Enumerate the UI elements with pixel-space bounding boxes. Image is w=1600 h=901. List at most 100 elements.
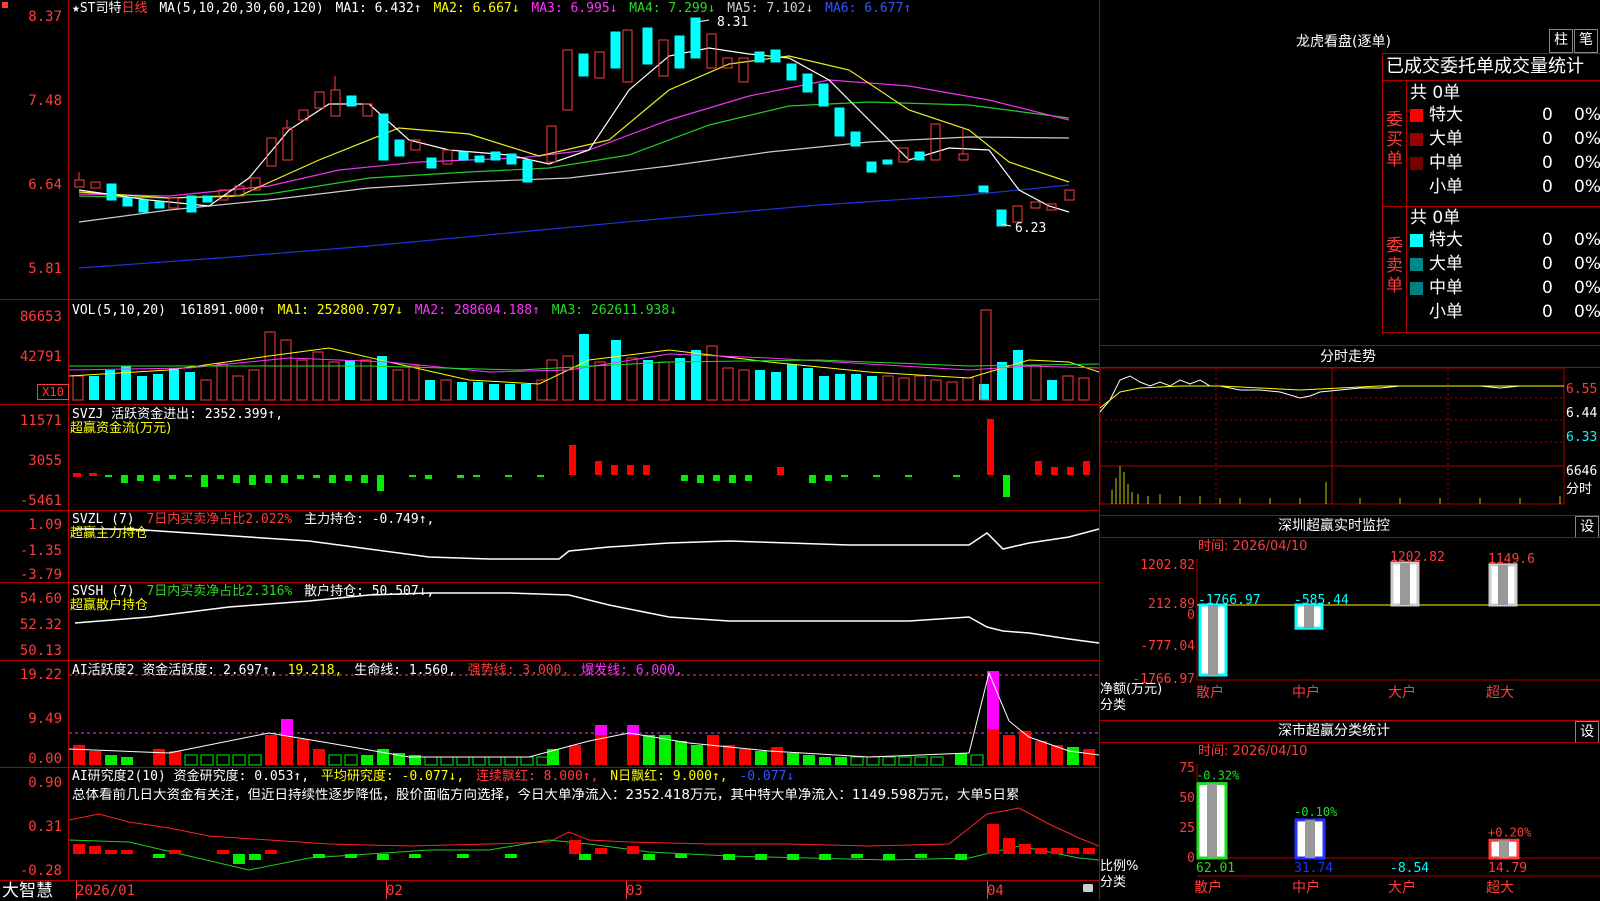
sz-monitor-chart[interactable]: -1766.97 散户 -585.44 中户 1202.82 大户 1149.6 超大 120… bbox=[1100, 515, 1600, 720]
svsh-chart[interactable] bbox=[69, 583, 1099, 660]
monitor-bar-value: -585.44 bbox=[1294, 593, 1349, 608]
classify-axis-label: 50 bbox=[1179, 791, 1195, 806]
classify-bar-core bbox=[1499, 840, 1509, 858]
row-pct: 0% bbox=[1574, 278, 1600, 298]
big-sell-swatch bbox=[1410, 257, 1423, 271]
intraday-panel[interactable]: 分时走势 6.55 6.44 6.33 6646 分时 bbox=[1100, 345, 1600, 515]
row-pct: 0% bbox=[1574, 254, 1600, 274]
high-marker: 8.31 bbox=[717, 15, 748, 30]
intraday-volume bbox=[1111, 466, 1561, 504]
row-qty: 0 bbox=[1542, 177, 1553, 197]
svzl-chart[interactable] bbox=[69, 511, 1099, 582]
monitor-bar-value: 1149.6 bbox=[1488, 552, 1535, 567]
row-name: 小单 bbox=[1429, 177, 1463, 197]
svsh-axis-label: 52.32 bbox=[19, 617, 62, 633]
svzl-line bbox=[75, 528, 1099, 560]
small-buy-swatch bbox=[1410, 181, 1423, 194]
candlestick-chart[interactable]: 8.31 6.23 bbox=[69, 0, 1099, 298]
classify-bar-value: 62.01 bbox=[1196, 861, 1235, 876]
ai2-axis-label: 0.90 bbox=[28, 775, 62, 791]
mid-sell-swatch bbox=[1410, 281, 1423, 295]
classify-bar-core bbox=[1305, 819, 1315, 858]
classify-bar-value: -8.54 bbox=[1390, 861, 1429, 876]
intraday-title: 分时走势 bbox=[1320, 349, 1376, 365]
row-pct: 0% bbox=[1574, 302, 1600, 322]
panel-sep bbox=[0, 880, 1100, 881]
ai2-legend-c: 连续飘红: 8.000↑, bbox=[476, 769, 599, 784]
row-pct: 0% bbox=[1574, 129, 1600, 149]
special-big-sell-swatch bbox=[1410, 233, 1423, 247]
time-label: 02 bbox=[386, 883, 403, 899]
buy-row-mid: 中单 0 0% bbox=[1410, 152, 1600, 174]
time-label: 04 bbox=[987, 883, 1004, 899]
sell-row-big: 大单 0 0% bbox=[1410, 253, 1600, 275]
row-name: 小单 bbox=[1429, 302, 1463, 322]
classify-xlabel: 分类 bbox=[1100, 875, 1126, 890]
svzj-bars bbox=[73, 419, 1090, 497]
row-qty: 0 bbox=[1542, 278, 1553, 298]
special-big-buy-swatch bbox=[1410, 108, 1423, 122]
ma1-line bbox=[78, 47, 1070, 213]
volume-chart[interactable] bbox=[69, 300, 1099, 404]
svzl-axis-label: -1.35 bbox=[19, 543, 62, 559]
sell-row-mid: 中单 0 0% bbox=[1410, 277, 1600, 299]
sell-side-label: 委卖单 bbox=[1386, 236, 1403, 296]
svsh-axis-label: 54.60 bbox=[19, 591, 62, 607]
vol-unit-badge: X10 bbox=[37, 384, 69, 400]
bar-mode-button[interactable]: 柱 bbox=[1549, 29, 1573, 53]
pen-mode-button[interactable]: 笔 bbox=[1574, 29, 1598, 53]
classify-bar-value: 31.74 bbox=[1294, 861, 1333, 876]
classify-category-label: 中户 bbox=[1292, 879, 1320, 896]
monitor-axis-label: -777.04 bbox=[1140, 639, 1195, 654]
ma3-line bbox=[78, 79, 1070, 197]
ai1-axis-label: 0.00 bbox=[28, 751, 62, 767]
dragon-sep bbox=[1406, 80, 1407, 332]
row-qty: 0 bbox=[1542, 153, 1553, 173]
vol-axis-label: 42791 bbox=[19, 349, 62, 365]
sz-classify-chart[interactable]: -0.32% 62.01 散户 -0.10% 31.74 中户 -8.54 大户 +0.20% 1… bbox=[1100, 720, 1600, 900]
sz-classify-panel: 深市超赢分类统计 设 时间: 2026/04/10 -0.32% 62.01 散户 -… bbox=[1100, 720, 1600, 900]
intraday-chart[interactable] bbox=[1100, 368, 1600, 515]
monitor-category-label: 超大 bbox=[1486, 685, 1514, 701]
classify-category-label: 散户 bbox=[1194, 879, 1222, 896]
ai2-axis-label: -0.28 bbox=[19, 863, 62, 879]
time-tick bbox=[76, 881, 77, 899]
row-qty: 0 bbox=[1542, 302, 1553, 322]
ai2-legend-d: N日飘红: 9.000↑, bbox=[610, 769, 728, 784]
svzj-axis-label: 3055 bbox=[28, 453, 62, 469]
ai2-chart[interactable] bbox=[69, 800, 1099, 880]
buy-row-big: 大单 0 0% bbox=[1410, 128, 1600, 150]
monitor-bar-value: -1766.97 bbox=[1198, 593, 1261, 608]
classify-bar-value: 14.79 bbox=[1488, 861, 1527, 876]
chart-area[interactable]: ★ST司特日线 MA(5,10,20,30,60,120) MA1: 6.432… bbox=[0, 0, 1100, 900]
ai1-line bbox=[69, 671, 1099, 758]
ai1-chart[interactable] bbox=[69, 661, 1099, 767]
time-label: 2026/01 bbox=[76, 883, 136, 899]
ai2-red-line bbox=[69, 807, 1099, 847]
row-qty: 0 bbox=[1542, 105, 1553, 125]
classify-axis-label: 75 bbox=[1179, 761, 1195, 776]
lock-icon[interactable] bbox=[1083, 884, 1093, 892]
classify-bar-core bbox=[1207, 783, 1217, 858]
sell-row-special: 特大 0 0% bbox=[1410, 229, 1600, 251]
ma5-line bbox=[78, 136, 1070, 223]
monitor-bar-value: 1202.82 bbox=[1390, 550, 1445, 565]
time-tick bbox=[987, 881, 988, 899]
monitor-xlabel: 分类 bbox=[1100, 698, 1126, 713]
svzl-axis-label: -3.79 bbox=[19, 567, 62, 583]
classify-axis-label: 25 bbox=[1179, 821, 1195, 836]
monitor-bar-core bbox=[1304, 605, 1314, 629]
monitor-ylabel: 净额(万元) bbox=[1100, 682, 1162, 697]
sell-count: 共 0单 bbox=[1410, 208, 1461, 228]
time-label: 03 bbox=[626, 883, 643, 899]
row-name: 大单 bbox=[1429, 254, 1463, 274]
big-buy-swatch bbox=[1410, 132, 1423, 146]
row-name: 大单 bbox=[1429, 129, 1463, 149]
dragon-header: 已成交委托单成交量统计 bbox=[1386, 56, 1584, 77]
time-tick bbox=[626, 881, 627, 899]
dragon-title: 龙虎看盘(逐单) bbox=[1296, 34, 1391, 50]
svzj-chart[interactable] bbox=[69, 405, 1099, 510]
ai1-axis-label: 19.22 bbox=[19, 667, 62, 683]
mid-buy-swatch bbox=[1410, 156, 1423, 170]
ai1-bars bbox=[73, 671, 1095, 766]
